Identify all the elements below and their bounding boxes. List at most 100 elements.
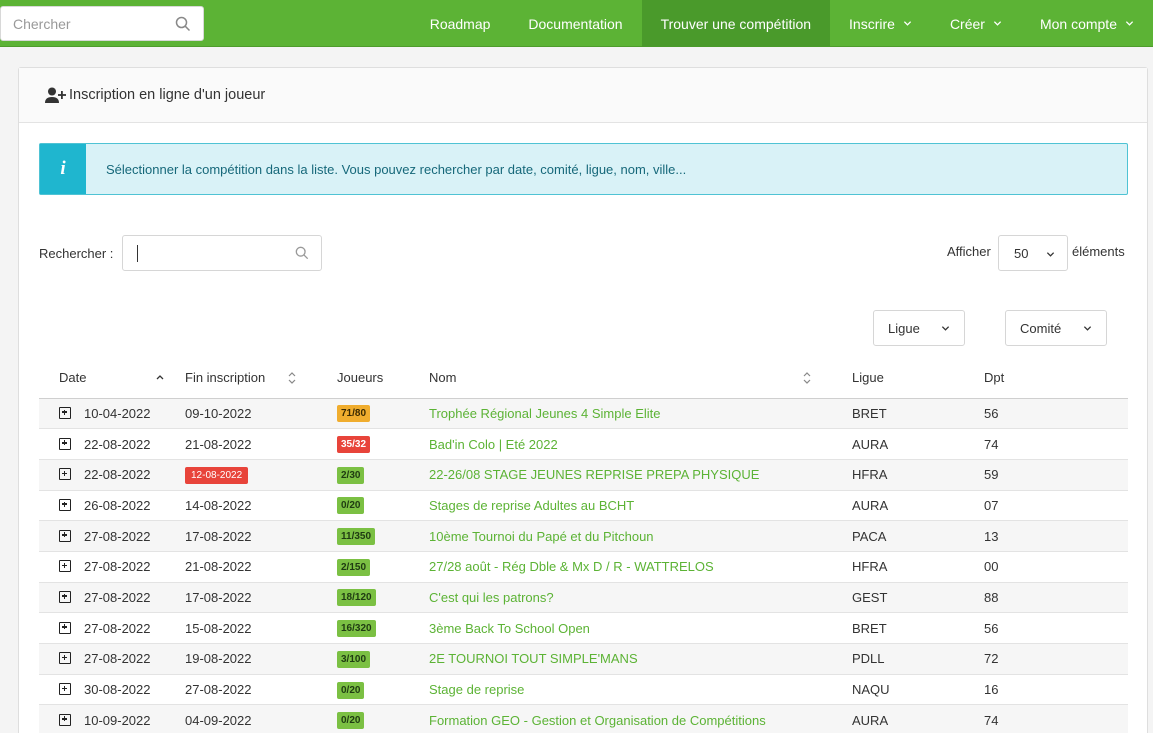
info-alert: i Sélectionner la compétition dans la li… bbox=[39, 143, 1128, 195]
expand-row-icon[interactable] bbox=[59, 468, 71, 481]
chevron-down-icon bbox=[1083, 326, 1092, 331]
cell-joueurs: 0/20 bbox=[337, 490, 429, 522]
competition-name-link[interactable]: Bad'in Colo | Eté 2022 bbox=[429, 437, 558, 452]
table-row[interactable]: 22-08-2022 21-08-2022 35/32 Bad'in Colo | E… bbox=[39, 428, 1128, 460]
players-count-badge: 0/20 bbox=[337, 712, 365, 730]
cell-date: 10-04-2022 bbox=[39, 398, 185, 430]
ligue-code: AURA bbox=[852, 497, 889, 513]
cell-date: 27-08-2022 bbox=[39, 643, 185, 675]
nav-item-inscrire[interactable]: Inscrire bbox=[830, 0, 931, 47]
competition-name-link[interactable]: Stages de reprise Adultes au BCHT bbox=[429, 498, 634, 513]
cell-fin-inscription: 04-09-2022 bbox=[185, 704, 337, 733]
nav-item-roadmap[interactable]: Roadmap bbox=[411, 0, 510, 47]
ligue-code: HFRA bbox=[852, 467, 888, 483]
expand-row-icon[interactable] bbox=[59, 713, 71, 726]
registration-end-date: 17-08-2022 bbox=[185, 528, 252, 544]
cell-joueurs: 35/32 bbox=[337, 428, 429, 460]
ligue-code: NAQU bbox=[852, 682, 890, 698]
expand-row-icon[interactable] bbox=[59, 498, 71, 511]
competition-name-link[interactable]: 22-26/08 STAGE JEUNES REPRISE PREPA PHYS… bbox=[429, 467, 759, 482]
cell-joueurs: 3/100 bbox=[337, 643, 429, 675]
expand-row-icon[interactable] bbox=[59, 652, 71, 665]
table-search-input[interactable] bbox=[123, 236, 283, 270]
cell-dpt: 59 bbox=[984, 459, 1128, 491]
competition-date: 27-08-2022 bbox=[84, 620, 151, 636]
expand-row-icon[interactable] bbox=[59, 560, 71, 573]
cell-date: 22-08-2022 bbox=[39, 459, 185, 491]
cell-date: 22-08-2022 bbox=[39, 428, 185, 460]
cell-dpt: 72 bbox=[984, 643, 1128, 675]
nav-item-cr-er[interactable]: Créer bbox=[931, 0, 1021, 47]
cell-joueurs: 16/320 bbox=[337, 612, 429, 644]
search-icon bbox=[295, 246, 309, 260]
nav-item-label: Inscrire bbox=[849, 15, 895, 32]
competition-name-link[interactable]: 3ème Back To School Open bbox=[429, 621, 590, 636]
col-header-ligue[interactable]: Ligue bbox=[852, 358, 984, 399]
filter-comite-label: Comité bbox=[1020, 320, 1062, 336]
table-row[interactable]: 27-08-2022 21-08-2022 2/150 27/28 août - Ré… bbox=[39, 551, 1128, 583]
expand-row-icon[interactable] bbox=[59, 590, 71, 603]
table-row[interactable]: 27-08-2022 17-08-2022 11/350 10ème Tournoi … bbox=[39, 520, 1128, 552]
expired-date-badge: 12-08-2022 bbox=[185, 466, 249, 484]
competition-date: 22-08-2022 bbox=[84, 436, 151, 452]
competition-name-link[interactable]: 2E TOURNOI TOUT SIMPLE'MANS bbox=[429, 651, 638, 666]
cell-joueurs: 0/20 bbox=[337, 674, 429, 706]
cell-date: 27-08-2022 bbox=[39, 551, 185, 583]
expand-row-icon[interactable] bbox=[59, 406, 71, 419]
nav-item-mon-compte[interactable]: Mon compte bbox=[1021, 0, 1153, 47]
col-header-joueurs[interactable]: Joueurs bbox=[337, 358, 429, 399]
cell-date: 27-08-2022 bbox=[39, 582, 185, 614]
department-code: 72 bbox=[984, 651, 999, 667]
competition-name-link[interactable]: 10ème Tournoi du Papé et du Pitchoun bbox=[429, 529, 654, 544]
page-length-select[interactable]: 50 bbox=[998, 235, 1068, 271]
table-row[interactable]: 30-08-2022 27-08-2022 0/20 Stage de reprise… bbox=[39, 674, 1128, 706]
chevron-down-icon bbox=[1125, 21, 1134, 26]
filter-comite-dropdown[interactable]: Comité bbox=[1005, 310, 1107, 346]
col-header-date[interactable]: Date bbox=[39, 358, 185, 399]
col-header-dpt[interactable]: Dpt bbox=[984, 358, 1128, 399]
cell-dpt: 07 bbox=[984, 490, 1128, 522]
competition-name-link[interactable]: 27/28 août - Rég Dble & Mx D / R - WATTR… bbox=[429, 559, 714, 574]
players-count-badge: 16/320 bbox=[337, 620, 376, 638]
chevron-down-icon bbox=[903, 21, 912, 26]
cell-fin-inscription: 21-08-2022 bbox=[185, 428, 337, 460]
competition-name-link[interactable]: Stage de reprise bbox=[429, 682, 524, 697]
expand-row-icon[interactable] bbox=[59, 437, 71, 450]
table-row[interactable]: 22-08-2022 12-08-2022 2/30 22-26/08 STAGE J… bbox=[39, 459, 1128, 491]
competition-name-link[interactable]: C'est qui les patrons? bbox=[429, 590, 554, 605]
competition-date: 22-08-2022 bbox=[84, 467, 151, 483]
cell-ligue: HFRA bbox=[852, 459, 984, 491]
cell-dpt: 88 bbox=[984, 582, 1128, 614]
cell-ligue: PACA bbox=[852, 520, 984, 552]
global-search-input[interactable] bbox=[1, 7, 171, 40]
table-row[interactable]: 27-08-2022 19-08-2022 3/100 2E TOURNOI TOUT… bbox=[39, 643, 1128, 675]
cell-ligue: AURA bbox=[852, 490, 984, 522]
cell-fin-inscription: 19-08-2022 bbox=[185, 643, 337, 675]
ligue-code: BRET bbox=[852, 405, 887, 421]
table-row[interactable]: 26-08-2022 14-08-2022 0/20 Stages de repris… bbox=[39, 490, 1128, 522]
table-row[interactable]: 10-09-2022 04-09-2022 0/20 Formation GEO - … bbox=[39, 704, 1128, 733]
cell-nom: C'est qui les patrons? bbox=[429, 582, 852, 614]
cell-ligue: BRET bbox=[852, 398, 984, 430]
nav-item-documentation[interactable]: Documentation bbox=[509, 0, 641, 47]
table-row[interactable]: 27-08-2022 17-08-2022 18/120 C'est qui les … bbox=[39, 582, 1128, 614]
col-header-nom[interactable]: Nom bbox=[429, 358, 852, 399]
ligue-code: AURA bbox=[852, 712, 889, 728]
cell-joueurs: 2/30 bbox=[337, 459, 429, 491]
expand-row-icon[interactable] bbox=[59, 621, 71, 634]
col-header-fin-inscription[interactable]: Fin inscription bbox=[185, 358, 337, 399]
registration-end-date: 21-08-2022 bbox=[185, 559, 252, 575]
competition-name-link[interactable]: Trophée Régional Jeunes 4 Simple Elite bbox=[429, 406, 661, 421]
chevron-down-icon bbox=[1046, 252, 1055, 257]
table-row[interactable]: 27-08-2022 15-08-2022 16/320 3ème Back To S… bbox=[39, 612, 1128, 644]
card-header: Inscription en ligne d'un joueur bbox=[19, 68, 1147, 123]
filter-ligue-dropdown[interactable]: Ligue bbox=[873, 310, 965, 346]
cell-joueurs: 11/350 bbox=[337, 520, 429, 552]
search-icon[interactable] bbox=[175, 16, 191, 32]
competition-name-link[interactable]: Formation GEO - Gestion et Organisation … bbox=[429, 713, 766, 728]
expand-row-icon[interactable] bbox=[59, 529, 71, 542]
cell-date: 26-08-2022 bbox=[39, 490, 185, 522]
expand-row-icon[interactable] bbox=[59, 683, 71, 696]
table-row[interactable]: 10-04-2022 09-10-2022 71/80 Trophée Régiona… bbox=[39, 398, 1128, 430]
nav-item-trouver-une-comp-tition[interactable]: Trouver une compétition bbox=[641, 0, 831, 47]
